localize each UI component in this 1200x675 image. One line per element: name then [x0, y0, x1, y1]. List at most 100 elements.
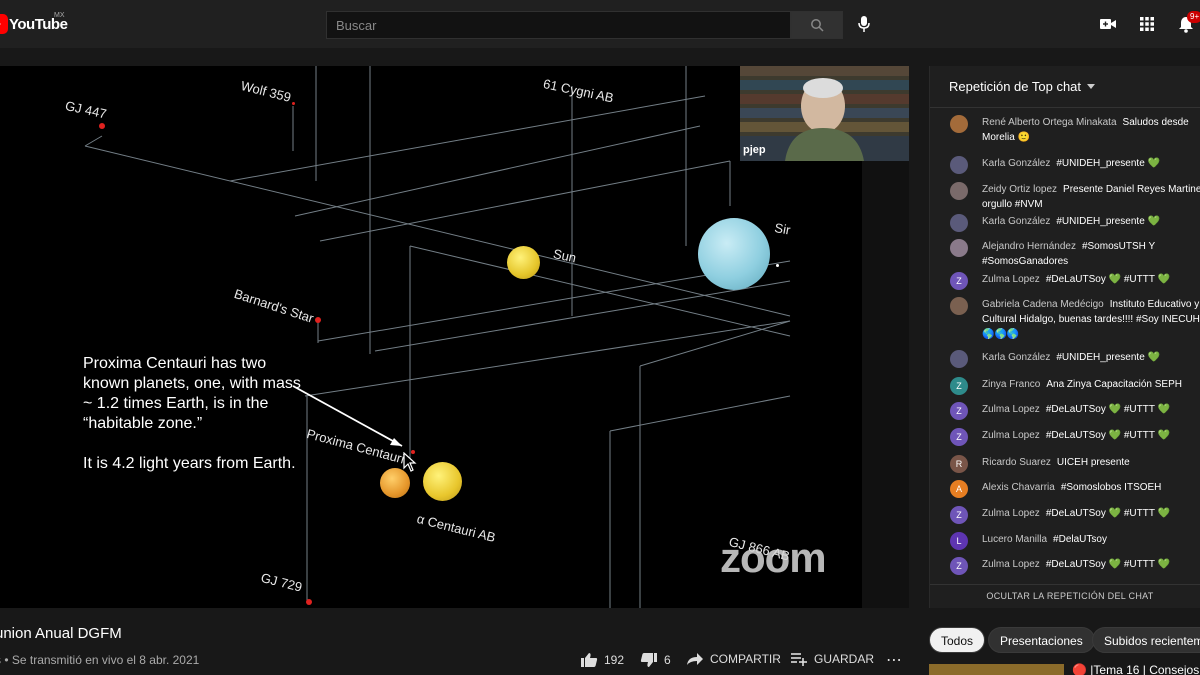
- recommendation-thumbnail[interactable]: [929, 664, 1064, 675]
- chat-message-body: Zulma Lopez #DeLaUTSoy 💚 #UTTT 💚: [982, 428, 1200, 446]
- avatar[interactable]: Z: [950, 506, 968, 524]
- avatar[interactable]: Z: [950, 272, 968, 290]
- star-marker: [292, 102, 295, 105]
- participant-video-tile[interactable]: pjep: [740, 66, 909, 161]
- star-marker: [99, 123, 105, 129]
- thumbs-down-icon: [640, 653, 657, 667]
- mouse-cursor-icon: [403, 452, 417, 472]
- chat-message-body: Zeidy Ortiz lopez Presente Daniel Reyes M…: [982, 182, 1200, 212]
- chat-author-name[interactable]: Gabriela Cadena Medécigo: [982, 299, 1104, 310]
- hide-chat-replay-button[interactable]: OCULTAR LA REPETICIÓN DEL CHAT: [930, 584, 1200, 608]
- chat-author-name[interactable]: Zulma Lopez: [982, 274, 1040, 285]
- video-player[interactable]: GJ 447 Wolf 359 61 Cygni AB Sun Sir Barn…: [0, 66, 909, 608]
- chat-author-name[interactable]: Zeidy Ortiz lopez: [982, 184, 1057, 195]
- avatar[interactable]: A: [950, 480, 968, 498]
- chat-author-name[interactable]: Karla González: [982, 216, 1050, 227]
- more-actions-button[interactable]: ⋯: [886, 650, 904, 670]
- avatar[interactable]: [950, 115, 968, 133]
- avatar[interactable]: [950, 182, 968, 200]
- sirius-sphere: [698, 218, 770, 290]
- slide-caption: Proxima Centauri has two known planets, …: [83, 354, 303, 474]
- voice-search-button[interactable]: [852, 12, 876, 36]
- star-marker: [315, 317, 321, 323]
- chat-message-body: René Alberto Ortega Minakata Saludos desd…: [982, 115, 1200, 145]
- chat-message-body: Gabriela Cadena Medécigo Instituto Educat…: [982, 297, 1200, 342]
- chat-message: Alejandro Hernández #SomosUTSH Y #SomosGa…: [950, 239, 1200, 269]
- chat-message: Z Zulma Lopez #DeLaUTSoy 💚 #UTTT 💚: [950, 557, 1200, 575]
- chat-message-text: #Somoslobos ITSOEH: [1060, 482, 1162, 493]
- chat-author-name[interactable]: Lucero Manilla: [982, 534, 1047, 545]
- avatar[interactable]: Z: [950, 428, 968, 446]
- chat-message-body: Karla González #UNIDEH_presente 💚: [982, 350, 1200, 368]
- recommendation-title[interactable]: 🔴 |Tema 16 | Consejos d: [1072, 663, 1200, 675]
- avatar[interactable]: [950, 214, 968, 232]
- avatar[interactable]: Z: [950, 377, 968, 395]
- chat-author-name[interactable]: Alexis Chavarria: [982, 482, 1055, 493]
- more-icon: ⋯: [886, 652, 904, 669]
- apps-button[interactable]: [1135, 12, 1159, 36]
- avatar[interactable]: [950, 156, 968, 174]
- caption-paragraph: It is 4.2 light years from Earth.: [83, 455, 296, 472]
- avatar[interactable]: L: [950, 532, 968, 550]
- avatar[interactable]: [950, 350, 968, 368]
- dislike-count: 6: [664, 653, 671, 667]
- chip-todos[interactable]: Todos: [929, 627, 986, 653]
- chat-author-name[interactable]: Zulma Lopez: [982, 559, 1040, 570]
- share-button[interactable]: COMPARTIR: [686, 652, 781, 666]
- avatar[interactable]: Z: [950, 402, 968, 420]
- video-frame: GJ 447 Wolf 359 61 Cygni AB Sun Sir Barn…: [0, 66, 862, 608]
- apps-grid-icon: [1140, 17, 1154, 31]
- avatar[interactable]: R: [950, 455, 968, 473]
- like-count: 192: [604, 653, 625, 667]
- create-video-button[interactable]: [1096, 12, 1120, 36]
- chat-message-body: Karla González #UNIDEH_presente 💚: [982, 214, 1200, 232]
- search-icon: [811, 19, 824, 32]
- chevron-down-icon: [1087, 84, 1096, 89]
- chat-message: Karla González #UNIDEH_presente 💚: [950, 156, 1200, 174]
- chat-message: Karla González #UNIDEH_presente 💚: [950, 214, 1200, 232]
- chat-author-name[interactable]: René Alberto Ortega Minakata: [982, 117, 1117, 128]
- like-button[interactable]: 192: [580, 652, 624, 668]
- chip-subidos-recientemente[interactable]: Subidos recienteme: [1092, 627, 1200, 653]
- chat-message: Z Zulma Lopez #DeLaUTSoy 💚 #UTTT 💚: [950, 272, 1200, 290]
- chat-author-name[interactable]: Ricardo Suarez: [982, 457, 1051, 468]
- avatar[interactable]: [950, 239, 968, 257]
- dislike-button[interactable]: 6: [640, 652, 671, 668]
- chat-mode-dropdown[interactable]: Repetición de Top chat: [930, 66, 1200, 108]
- small-star: [776, 264, 779, 267]
- video-meta: s • Se transmitió en vivo el 8 abr. 2021: [0, 653, 200, 667]
- search-input[interactable]: Buscar: [326, 11, 791, 39]
- chat-message: Gabriela Cadena Medécigo Instituto Educat…: [950, 297, 1200, 342]
- youtube-logo[interactable]: YouTube MX: [0, 12, 68, 34]
- video-camera-icon: [1100, 19, 1116, 29]
- chat-author-name[interactable]: Karla González: [982, 352, 1050, 363]
- chat-message: Z Zinya Franco Ana Zinya Capacitación SEPH: [950, 377, 1200, 395]
- chat-author-name[interactable]: Zulma Lopez: [982, 404, 1040, 415]
- avatar[interactable]: [950, 297, 968, 315]
- microphone-icon: [858, 16, 870, 32]
- chat-message-text: UICEH presente: [1056, 457, 1130, 468]
- chat-author-name[interactable]: Alejandro Hernández: [982, 241, 1076, 252]
- chat-message-body: Alejandro Hernández #SomosUTSH Y #SomosGa…: [982, 239, 1200, 269]
- zoom-watermark: zoom: [720, 534, 827, 581]
- chat-message: L Lucero Manilla #DelaUTsoy: [950, 532, 1200, 550]
- chat-message-body: Zulma Lopez #DeLaUTSoy 💚 #UTTT 💚: [982, 402, 1200, 420]
- save-button[interactable]: GUARDAR: [790, 652, 874, 666]
- chat-author-name[interactable]: Zinya Franco: [982, 379, 1040, 390]
- chip-presentaciones[interactable]: Presentaciones: [988, 627, 1095, 653]
- chat-author-name[interactable]: Karla González: [982, 158, 1050, 169]
- chat-message-body: Lucero Manilla #DelaUTsoy: [982, 532, 1200, 550]
- chat-message-text: #DeLaUTSoy 💚 #UTTT 💚: [1045, 559, 1171, 570]
- chat-message-text: #UNIDEH_presente 💚: [1056, 158, 1160, 169]
- sun-sphere: [507, 246, 540, 279]
- play-logo-icon: [0, 14, 8, 34]
- chat-message: A Alexis Chavarria #Somoslobos ITSOEH: [950, 480, 1200, 498]
- avatar[interactable]: Z: [950, 557, 968, 575]
- search-button[interactable]: [791, 11, 843, 39]
- chat-author-name[interactable]: Zulma Lopez: [982, 430, 1040, 441]
- share-arrow-icon: [687, 653, 703, 665]
- chat-header-label: Repetición de Top chat: [949, 79, 1082, 94]
- chat-author-name[interactable]: Zulma Lopez: [982, 508, 1040, 519]
- chat-message: Karla González #UNIDEH_presente 💚: [950, 350, 1200, 368]
- video-title: union Anual DGFM: [0, 625, 122, 642]
